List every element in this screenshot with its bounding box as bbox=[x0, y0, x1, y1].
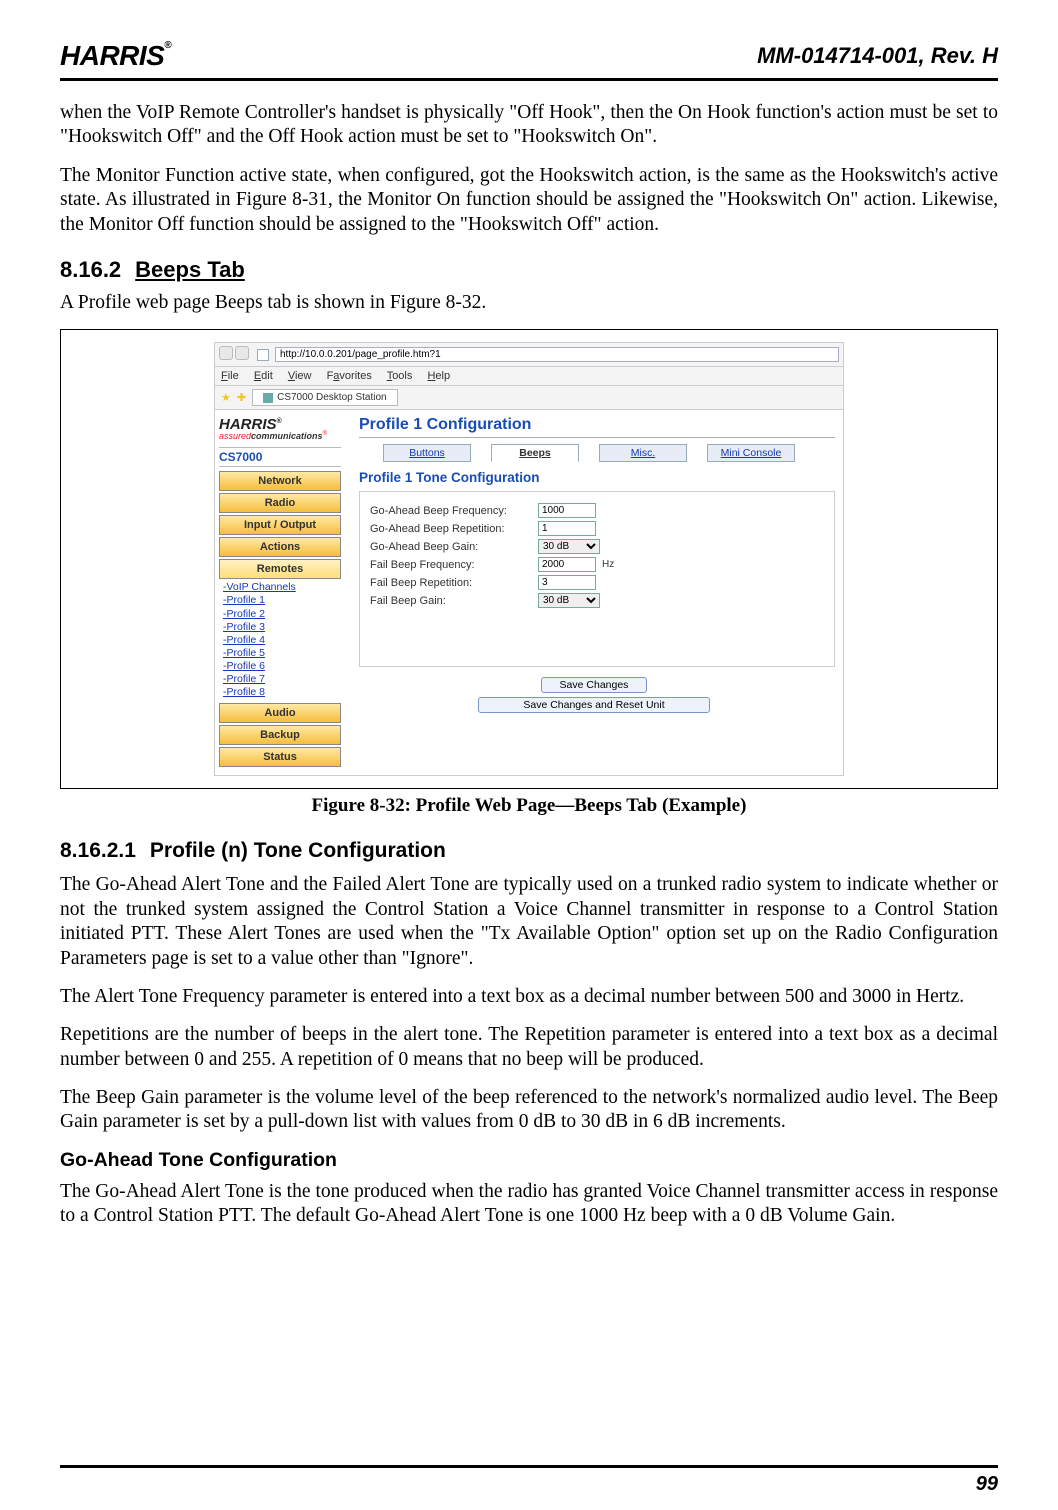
sidebar-item-input-output[interactable]: Input / Output bbox=[219, 515, 341, 535]
tab-buttons[interactable]: Buttons bbox=[383, 444, 471, 462]
page-title: Profile 1 Configuration bbox=[359, 416, 835, 438]
label-ga-rep: Go-Ahead Beep Repetition: bbox=[370, 523, 538, 535]
main-panel: Profile 1 Configuration Buttons Beeps Mi… bbox=[345, 410, 843, 775]
section-title: Beeps Tab bbox=[135, 257, 245, 282]
tab-beeps[interactable]: Beeps bbox=[491, 444, 579, 462]
select-ga-gain[interactable]: 30 dB bbox=[538, 539, 600, 554]
browser-menubar: File Edit View Favorites Tools Help bbox=[214, 367, 844, 385]
sublink-profile-4[interactable]: -Profile 4 bbox=[223, 634, 341, 647]
tab-misc[interactable]: Misc. bbox=[599, 444, 687, 462]
row-fail-freq: Fail Beep Frequency: Hz bbox=[370, 557, 824, 572]
forward-icon[interactable] bbox=[235, 346, 249, 360]
sidebar-item-actions[interactable]: Actions bbox=[219, 537, 341, 557]
form-actions: Save Changes Save Changes and Reset Unit bbox=[353, 675, 835, 715]
sidebar-sublinks: -VoIP Channels -Profile 1 -Profile 2 -Pr… bbox=[223, 581, 341, 699]
section-heading-beeps-tab: 8.16.2 Beeps Tab bbox=[60, 257, 998, 283]
save-button[interactable]: Save Changes bbox=[541, 677, 648, 693]
subsection-title: Profile (n) Tone Configuration bbox=[150, 839, 446, 862]
save-reset-button[interactable]: Save Changes and Reset Unit bbox=[478, 697, 709, 713]
sublink-profile-5[interactable]: -Profile 5 bbox=[223, 647, 341, 660]
label-ga-freq: Go-Ahead Beep Frequency: bbox=[370, 505, 538, 517]
sidebar-item-remotes[interactable]: Remotes bbox=[219, 559, 341, 579]
menu-help[interactable]: Help bbox=[427, 370, 450, 382]
sublink-profile-2[interactable]: -Profile 2 bbox=[223, 608, 341, 621]
row-ga-rep: Go-Ahead Beep Repetition: bbox=[370, 521, 824, 536]
address-input[interactable] bbox=[275, 347, 839, 362]
unit-hz: Hz bbox=[602, 559, 614, 570]
sublink-profile-6[interactable]: -Profile 6 bbox=[223, 660, 341, 673]
menu-edit[interactable]: Edit bbox=[254, 370, 273, 382]
figure-container: File Edit View Favorites Tools Help ★ ✚ … bbox=[60, 329, 998, 789]
sublink-profile-1[interactable]: -Profile 1 bbox=[223, 594, 341, 607]
footer-rule bbox=[60, 1465, 998, 1468]
tone-form: Go-Ahead Beep Frequency: Go-Ahead Beep R… bbox=[359, 491, 835, 667]
section-number: 8.16.2 bbox=[60, 257, 121, 282]
row-ga-freq: Go-Ahead Beep Frequency: bbox=[370, 503, 824, 518]
sidebar-item-backup[interactable]: Backup bbox=[219, 725, 341, 745]
sidebar-item-radio[interactable]: Radio bbox=[219, 493, 341, 513]
sidebar: HARRIS® assuredcommunications® CS7000 Ne… bbox=[215, 410, 345, 775]
sidebar-item-network[interactable]: Network bbox=[219, 471, 341, 491]
sublink-profile-8[interactable]: -Profile 8 bbox=[223, 686, 341, 699]
sublink-profile-3[interactable]: -Profile 3 bbox=[223, 621, 341, 634]
page-header: HARRIS® MM-014714-001, Rev. H bbox=[60, 40, 998, 81]
menu-file[interactable]: File bbox=[221, 370, 239, 382]
sidebar-product: CS7000 bbox=[219, 447, 341, 467]
label-fail-rep: Fail Beep Repetition: bbox=[370, 577, 538, 589]
add-favorite-icon[interactable]: ✚ bbox=[237, 391, 246, 404]
sublink-profile-7[interactable]: -Profile 7 bbox=[223, 673, 341, 686]
label-fail-gain: Fail Beep Gain: bbox=[370, 595, 538, 607]
back-icon[interactable] bbox=[219, 346, 233, 360]
sidebar-item-audio[interactable]: Audio bbox=[219, 703, 341, 723]
body-paragraph: The Monitor Function active state, when … bbox=[60, 164, 998, 237]
body-paragraph: Repetitions are the number of beeps in t… bbox=[60, 1023, 998, 1072]
body-paragraph: The Beep Gain parameter is the volume le… bbox=[60, 1086, 998, 1135]
label-ga-gain: Go-Ahead Beep Gain: bbox=[370, 541, 538, 553]
harris-logo: HARRIS® bbox=[60, 40, 171, 72]
input-fail-freq[interactable] bbox=[538, 557, 596, 572]
menu-tools[interactable]: Tools bbox=[387, 370, 413, 382]
input-ga-rep[interactable] bbox=[538, 521, 596, 536]
panel-subtitle: Profile 1 Tone Configuration bbox=[359, 470, 835, 485]
sidebar-tagline: assuredcommunications® bbox=[219, 431, 341, 441]
browser-nav-icons bbox=[219, 346, 251, 363]
body-paragraph: The Go-Ahead Alert Tone and the Failed A… bbox=[60, 873, 998, 971]
embedded-screenshot: File Edit View Favorites Tools Help ★ ✚ … bbox=[214, 342, 844, 776]
body-paragraph: The Go-Ahead Alert Tone is the tone prod… bbox=[60, 1180, 998, 1229]
subsection-heading-tone-config: 8.16.2.1 Profile (n) Tone Configuration bbox=[60, 839, 998, 863]
favorites-star-icon[interactable]: ★ bbox=[221, 391, 231, 404]
body-paragraph: The Alert Tone Frequency parameter is en… bbox=[60, 985, 998, 1009]
menu-favorites[interactable]: Favorites bbox=[327, 370, 372, 382]
body-paragraph: when the VoIP Remote Controller's handse… bbox=[60, 101, 998, 150]
tab-mini-console[interactable]: Mini Console bbox=[707, 444, 795, 462]
sidebar-item-status[interactable]: Status bbox=[219, 747, 341, 767]
figure-caption: Figure 8-32: Profile Web Page—Beeps Tab … bbox=[60, 795, 998, 817]
sublink-voip-channels[interactable]: -VoIP Channels bbox=[223, 581, 341, 594]
row-ga-gain: Go-Ahead Beep Gain: 30 dB bbox=[370, 539, 824, 554]
page-content: HARRIS® assuredcommunications® CS7000 Ne… bbox=[214, 410, 844, 776]
doc-id: MM-014714-001, Rev. H bbox=[757, 43, 998, 69]
input-ga-freq[interactable] bbox=[538, 503, 596, 518]
page-number: 99 bbox=[976, 1473, 998, 1496]
select-fail-gain[interactable]: 30 dB bbox=[538, 593, 600, 608]
favicon-icon bbox=[263, 393, 273, 403]
browser-tabrow: ★ ✚ CS7000 Desktop Station bbox=[214, 385, 844, 410]
row-fail-rep: Fail Beep Repetition: bbox=[370, 575, 824, 590]
body-paragraph: A Profile web page Beeps tab is shown in… bbox=[60, 291, 998, 315]
input-fail-rep[interactable] bbox=[538, 575, 596, 590]
menu-view[interactable]: View bbox=[288, 370, 312, 382]
profile-tabs: Buttons Beeps Misc. Mini Console bbox=[383, 444, 835, 462]
browser-urlbar bbox=[214, 342, 844, 367]
label-fail-freq: Fail Beep Frequency: bbox=[370, 559, 538, 571]
browser-tab[interactable]: CS7000 Desktop Station bbox=[252, 389, 398, 406]
row-fail-gain: Fail Beep Gain: 30 dB bbox=[370, 593, 824, 608]
page-icon bbox=[257, 349, 269, 361]
subsection-number: 8.16.2.1 bbox=[60, 839, 136, 862]
heading-go-ahead: Go-Ahead Tone Configuration bbox=[60, 1149, 998, 1172]
